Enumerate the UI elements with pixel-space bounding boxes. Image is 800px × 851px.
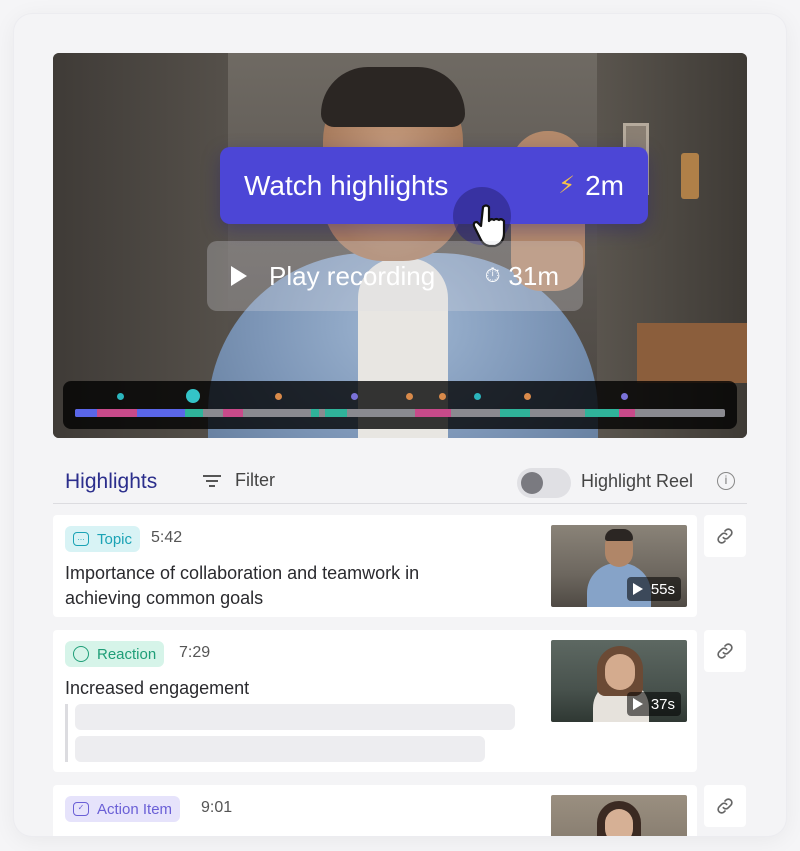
timeline-marker[interactable] bbox=[351, 393, 358, 400]
play-icon bbox=[632, 583, 643, 595]
filter-button[interactable]: Filter bbox=[203, 470, 275, 491]
video-player[interactable]: Watch highlights ⚡ 2m Play recording ⏱ 3… bbox=[53, 53, 747, 438]
filter-label: Filter bbox=[235, 470, 275, 490]
link-icon bbox=[717, 798, 733, 814]
timeline-marker[interactable] bbox=[474, 393, 481, 400]
timeline-playhead[interactable] bbox=[186, 389, 200, 403]
lightning-icon: ⚡ bbox=[558, 172, 576, 199]
play-icon bbox=[632, 698, 643, 710]
duration-text: 55s bbox=[650, 580, 675, 598]
play-icon bbox=[231, 266, 247, 286]
highlight-item[interactable]: Reaction 7:29 Increased engagement 37s bbox=[53, 630, 697, 772]
duration-badge: 37s bbox=[626, 692, 681, 716]
timeline-marker[interactable] bbox=[439, 393, 446, 400]
speaker-image bbox=[321, 67, 465, 127]
stopwatch-icon: ⏱ bbox=[484, 264, 501, 287]
highlight-item[interactable]: ✓ Action Item 9:01 bbox=[53, 785, 697, 836]
highlight-reel-toggle[interactable] bbox=[517, 468, 571, 498]
watch-highlights-button[interactable]: Watch highlights ⚡ 2m bbox=[220, 147, 648, 224]
play-recording-button[interactable]: Play recording ⏱ 31m bbox=[207, 241, 583, 311]
copy-link-button[interactable] bbox=[704, 630, 746, 672]
info-icon[interactable]: i bbox=[717, 472, 735, 490]
highlights-title: Highlights bbox=[65, 470, 158, 493]
timeline-track[interactable] bbox=[75, 409, 725, 417]
timeline-marker[interactable] bbox=[406, 393, 413, 400]
timeline-marker[interactable] bbox=[524, 393, 531, 400]
tag-label: Reaction bbox=[97, 645, 157, 663]
highlight-thumbnail[interactable]: 37s bbox=[551, 640, 687, 722]
tag-action-item: ✓ Action Item bbox=[65, 796, 181, 822]
tag-label: Action Item bbox=[97, 800, 173, 818]
highlight-text: Importance of collaboration and teamwork… bbox=[65, 563, 420, 608]
copy-link-button[interactable] bbox=[704, 515, 746, 557]
highlight-reel-label: Highlight Reel bbox=[581, 471, 694, 491]
watch-highlights-label: Watch highlights bbox=[244, 169, 449, 201]
highlight-item[interactable]: … Topic 5:42 Importance of collaboration… bbox=[53, 515, 697, 617]
timestamp: 9:01 bbox=[201, 799, 233, 816]
tag-label: Topic bbox=[97, 530, 133, 548]
timestamp: 5:42 bbox=[151, 529, 183, 546]
link-icon bbox=[717, 643, 733, 659]
filter-icon bbox=[203, 472, 221, 490]
timeline-marker[interactable] bbox=[621, 393, 628, 400]
highlight-thumbnail[interactable]: 55s bbox=[551, 525, 687, 607]
recording-duration: 31m bbox=[508, 260, 559, 291]
link-icon bbox=[717, 528, 733, 544]
video-background bbox=[637, 323, 747, 383]
tag-topic: … Topic bbox=[65, 526, 141, 552]
quote-bar bbox=[65, 704, 68, 762]
duration-text: 37s bbox=[650, 695, 675, 713]
recording-card: Watch highlights ⚡ 2m Play recording ⏱ 3… bbox=[14, 14, 786, 836]
highlight-text: Increased engagement bbox=[65, 678, 250, 698]
loading-placeholder bbox=[75, 736, 485, 762]
highlights-duration: 2m bbox=[585, 169, 624, 201]
smiley-icon bbox=[73, 646, 89, 662]
checklist-icon: ✓ bbox=[73, 802, 89, 816]
timeline-marker[interactable] bbox=[117, 393, 124, 400]
video-background bbox=[681, 153, 699, 199]
toggle-knob bbox=[521, 472, 543, 494]
timeline-marker[interactable] bbox=[275, 393, 282, 400]
highlight-thumbnail[interactable] bbox=[551, 795, 687, 836]
copy-link-button[interactable] bbox=[704, 785, 746, 827]
play-recording-label: Play recording bbox=[269, 260, 436, 291]
timestamp: 7:29 bbox=[179, 644, 211, 661]
speech-bubble-icon: … bbox=[73, 532, 89, 546]
loading-placeholder bbox=[75, 704, 515, 730]
highlights-header: Highlights Filter Highlight Reel i bbox=[53, 462, 747, 504]
duration-badge: 55s bbox=[626, 577, 681, 601]
tag-reaction: Reaction bbox=[65, 641, 165, 667]
highlight-timeline[interactable] bbox=[63, 381, 737, 429]
